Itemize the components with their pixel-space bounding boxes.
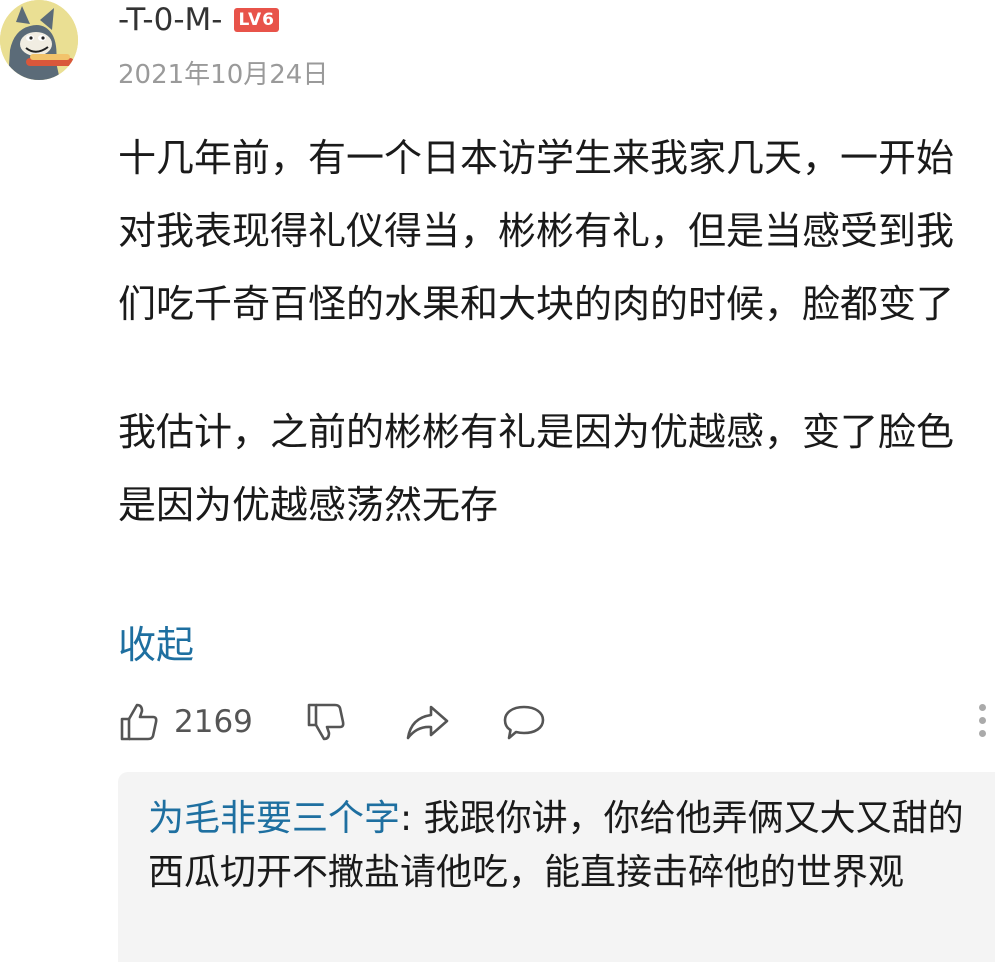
thumbs-down-icon: [307, 703, 345, 741]
comment-actions: 2169: [118, 698, 547, 746]
comment-icon: [503, 705, 545, 740]
reply-author[interactable]: 为毛非要三个字: [148, 798, 400, 839]
thumbs-up-icon: [120, 703, 158, 741]
collapse-link[interactable]: 收起: [118, 614, 194, 669]
reply-content: 为毛非要三个字: 我跟你讲，你给他弄俩又大又甜的西瓜切开不撒盐请他吃，能直接击碎…: [148, 792, 978, 900]
avatar-image: [0, 0, 78, 80]
dislike-button[interactable]: [305, 701, 347, 743]
username[interactable]: -T-0-M-: [118, 2, 222, 38]
like-button[interactable]: 2169: [118, 701, 253, 743]
avatar[interactable]: [0, 0, 78, 80]
comment-paragraph: 十几年前，有一个日本访学生来我家几天，一开始对我表现得礼仪得当，彬彬有礼，但是当…: [118, 136, 955, 326]
comment-paragraph: 我估计，之前的彬彬有礼是因为优越感，变了脸色是因为优越感荡然无存: [118, 410, 955, 527]
like-count: 2169: [174, 704, 253, 740]
more-icon[interactable]: [976, 704, 988, 744]
comment-body: 十几年前，有一个日本访学生来我家几天，一开始对我表现得礼仪得当，彬彬有礼，但是当…: [118, 122, 988, 542]
share-icon: [406, 705, 449, 740]
reply-button[interactable]: [501, 701, 547, 743]
reply-preview[interactable]: 为毛非要三个字: 我跟你讲，你给他弄俩又大又甜的西瓜切开不撒盐请他吃，能直接击碎…: [118, 772, 995, 962]
comment-author[interactable]: -T-0-M- LV6: [118, 2, 279, 38]
comment-date: 2021年10月24日: [118, 60, 329, 90]
share-button[interactable]: [403, 701, 451, 743]
reply-separator: :: [400, 798, 424, 839]
level-badge: LV6: [234, 8, 279, 32]
